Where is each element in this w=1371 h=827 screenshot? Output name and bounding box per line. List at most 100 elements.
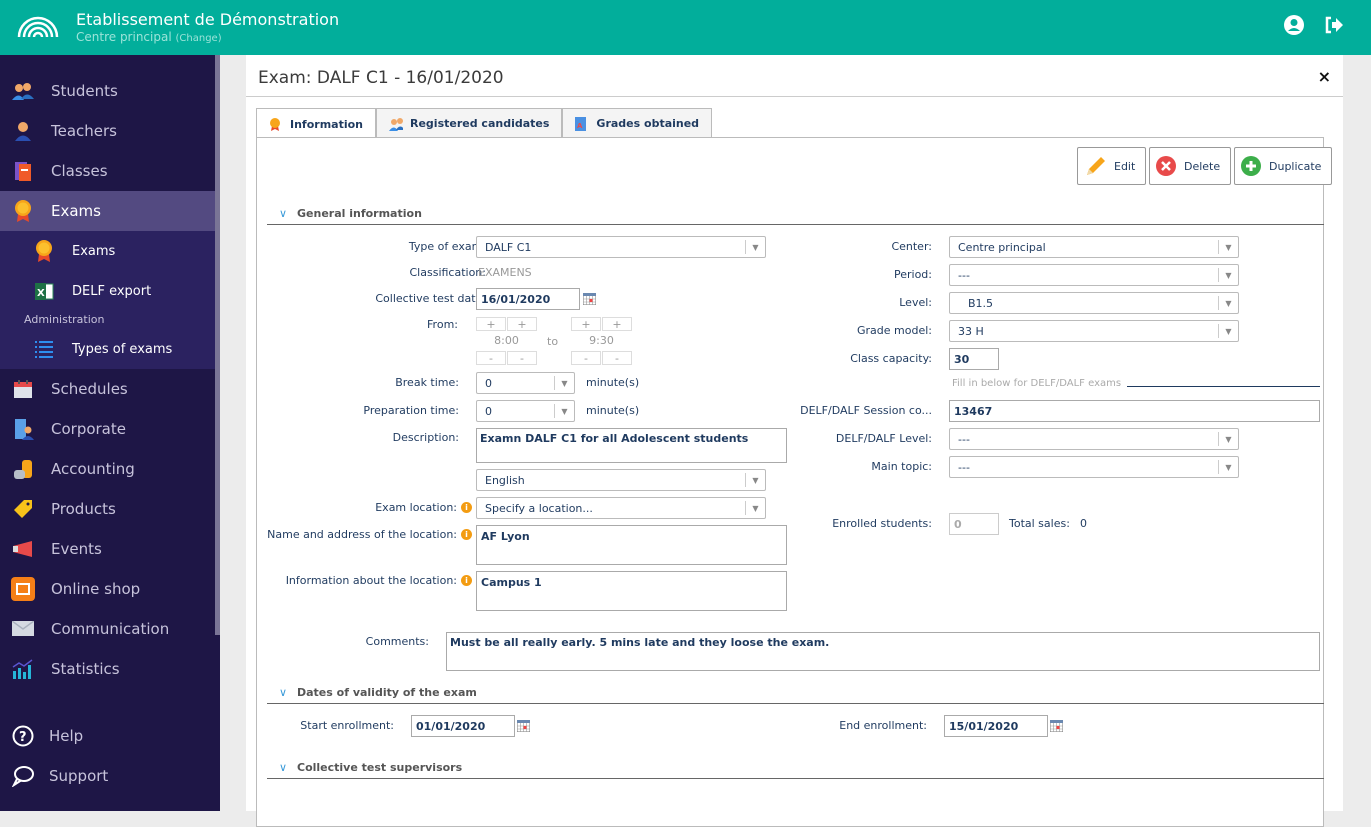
hour-decrement-button[interactable]: -: [476, 351, 506, 365]
sidebar-item-teachers[interactable]: Teachers: [0, 111, 215, 151]
sidebar-item-online-shop[interactable]: Online shop: [0, 569, 215, 609]
tab-registered-candidates[interactable]: Registered candidates: [376, 108, 563, 138]
svg-text:X: X: [37, 288, 45, 299]
dropdown-arrow-icon: ▼: [1218, 432, 1238, 446]
preparation-time-select[interactable]: 0 ▼: [476, 400, 575, 422]
from-time-value[interactable]: 8:00: [476, 334, 537, 347]
calendar-icon[interactable]: [517, 720, 530, 732]
chat-bubble-icon: [11, 764, 35, 788]
comments-textarea[interactable]: Must be all really early. 5 mins late an…: [446, 632, 1320, 671]
total-sales-label: Total sales:: [1009, 517, 1070, 530]
type-of-exam-label: Type of exam:: [408, 240, 486, 253]
grade-model-select[interactable]: 33 H ▼: [949, 320, 1239, 342]
classification-value: EXAMENS: [478, 266, 532, 279]
edit-button[interactable]: Edit: [1077, 147, 1147, 185]
select-value: 0: [485, 376, 492, 390]
tab-grades-obtained[interactable]: A Grades obtained: [562, 108, 713, 138]
enrolled-students-label: Enrolled students:: [832, 517, 932, 530]
calendar-icon[interactable]: [1050, 720, 1063, 732]
sidebar-item-exams[interactable]: Exams: [0, 191, 215, 231]
tab-information[interactable]: Information: [256, 108, 376, 139]
class-capacity-label: Class capacity:: [850, 352, 932, 365]
level-label: Level:: [899, 296, 932, 309]
building-icon: [11, 417, 35, 441]
center-select[interactable]: Centre principal ▼: [949, 236, 1239, 258]
section-general-information[interactable]: ∨ General information: [267, 207, 1324, 225]
sidebar-item-schedules[interactable]: Schedules: [0, 369, 215, 409]
delete-label: Delete: [1184, 159, 1221, 173]
megaphone-icon: [11, 537, 35, 561]
students-icon: [11, 79, 35, 103]
sidebar-subitem-delf-export[interactable]: X DELF export: [0, 271, 215, 311]
start-enrollment-input[interactable]: 01/01/2020: [411, 715, 515, 737]
sidebar-item-communication[interactable]: Communication: [0, 609, 215, 649]
dropdown-arrow-icon: ▼: [1218, 240, 1238, 254]
delete-button[interactable]: Delete: [1149, 147, 1232, 185]
calendar-icon[interactable]: [583, 293, 596, 305]
duplicate-button[interactable]: Duplicate: [1234, 147, 1333, 185]
select-value: 0: [485, 404, 492, 418]
logout-icon[interactable]: [1323, 14, 1345, 36]
school-name: Etablissement de Démonstration: [76, 10, 340, 29]
pencil-icon: [1084, 155, 1106, 177]
sidebar-item-support[interactable]: Support: [0, 756, 215, 796]
exam-location-select[interactable]: Specify a location... ▼: [476, 497, 766, 519]
sidebar-item-events[interactable]: Events: [0, 529, 215, 569]
language-select[interactable]: English ▼: [476, 469, 766, 491]
info-icon[interactable]: i: [461, 575, 472, 586]
end-enrollment-input[interactable]: 15/01/2020: [944, 715, 1048, 737]
sidebar-subitem-types-of-exams[interactable]: Types of exams: [0, 329, 215, 369]
class-capacity-input[interactable]: 30: [949, 348, 999, 370]
sidebar-item-corporate[interactable]: Corporate: [0, 409, 215, 449]
end-hour-decrement-button[interactable]: -: [571, 351, 601, 365]
dropdown-arrow-icon: ▼: [554, 376, 574, 390]
delf-hint: Fill in below for DELF/DALF exams: [952, 378, 1122, 389]
sidebar-item-students[interactable]: Students: [0, 71, 215, 111]
info-icon[interactable]: i: [461, 502, 472, 513]
sidebar-label: Communication: [51, 620, 170, 638]
sidebar-item-classes[interactable]: Classes: [0, 151, 215, 191]
plus-circle-icon: [1241, 156, 1261, 176]
duplicate-label: Duplicate: [1269, 159, 1322, 173]
chevron-down-icon: ∨: [279, 207, 288, 220]
dropdown-arrow-icon: ▼: [1218, 324, 1238, 338]
end-hour-increment-button[interactable]: +: [571, 317, 601, 331]
section-dates-of-validity[interactable]: ∨ Dates of validity of the exam: [267, 686, 1324, 704]
type-of-exam-select[interactable]: DALF C1 ▼: [476, 236, 766, 258]
sidebar-subitem-exams[interactable]: Exams: [0, 231, 215, 271]
location-info-textarea[interactable]: Campus 1: [476, 571, 787, 611]
sidebar-scrollbar[interactable]: [215, 55, 220, 635]
break-time-select[interactable]: 0 ▼: [476, 372, 575, 394]
sidebar-item-products[interactable]: Products: [0, 489, 215, 529]
info-icon[interactable]: i: [461, 529, 472, 540]
main-topic-select[interactable]: --- ▼: [949, 456, 1239, 478]
collective-test-date-input[interactable]: 16/01/2020: [476, 288, 580, 310]
close-button[interactable]: ×: [1318, 67, 1331, 86]
period-select[interactable]: --- ▼: [949, 264, 1239, 286]
change-center-link[interactable]: (Change): [176, 33, 222, 44]
location-info-label: Information about the location:: [285, 574, 457, 587]
break-time-label: Break time:: [395, 376, 459, 389]
end-minute-increment-button[interactable]: +: [602, 317, 632, 331]
sidebar-item-statistics[interactable]: Statistics: [0, 649, 215, 689]
section-collective-test-supervisors[interactable]: ∨ Collective test supervisors: [267, 761, 1324, 779]
sidebar-label: Help: [49, 727, 84, 745]
location-address-textarea[interactable]: AF Lyon: [476, 525, 787, 565]
to-time-value[interactable]: 9:30: [571, 334, 632, 347]
collective-test-date-label: Collective test date:: [375, 292, 486, 305]
from-label: From:: [427, 318, 458, 331]
user-icon[interactable]: [1283, 14, 1305, 36]
students-icon: [389, 117, 403, 131]
session-code-input[interactable]: 13467: [949, 400, 1320, 422]
select-value: B1.5: [968, 296, 994, 310]
level-select[interactable]: B1.5 ▼: [949, 292, 1239, 314]
minute-increment-button[interactable]: +: [507, 317, 537, 331]
hour-increment-button[interactable]: +: [476, 317, 506, 331]
sidebar-item-accounting[interactable]: Accounting: [0, 449, 215, 489]
end-minute-decrement-button[interactable]: -: [602, 351, 632, 365]
description-textarea[interactable]: Examn DALF C1 for all Adolescent student…: [476, 428, 787, 463]
sidebar-item-help[interactable]: ? Help: [0, 716, 215, 756]
minute-decrement-button[interactable]: -: [507, 351, 537, 365]
delf-level-select[interactable]: --- ▼: [949, 428, 1239, 450]
center-label: Center:: [891, 240, 932, 253]
